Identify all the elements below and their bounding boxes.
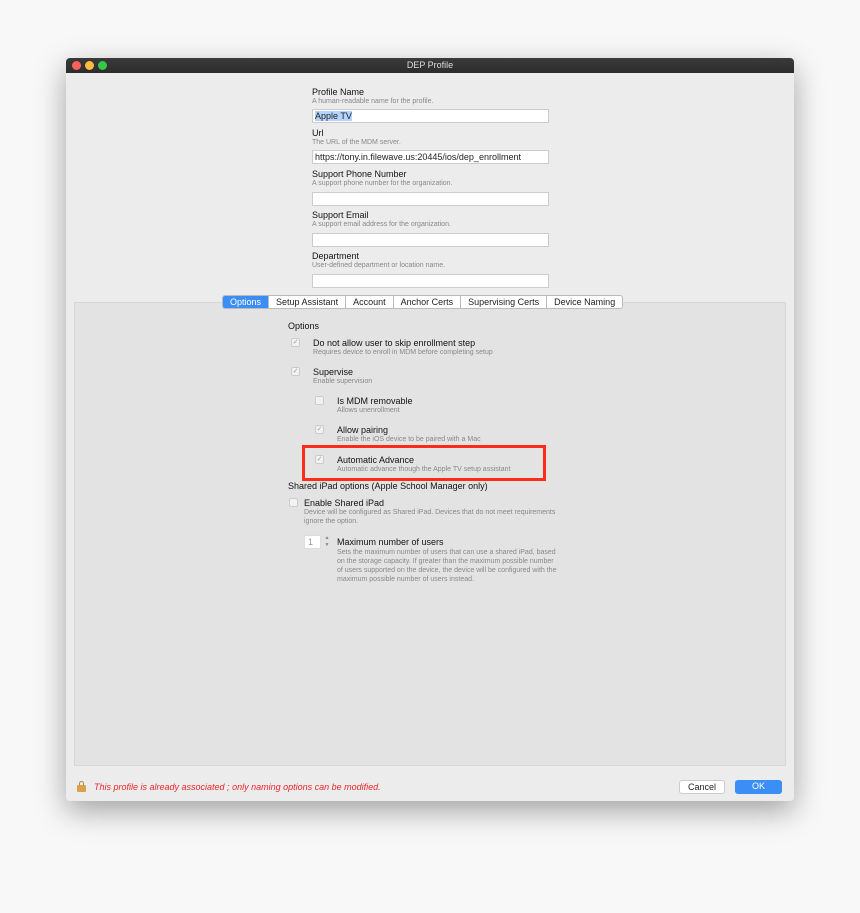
shared-ipad-hint-2: ignore the option. xyxy=(304,518,359,525)
automatic-advance-label: Automatic Advance xyxy=(337,455,415,465)
shared-ipad-heading: Shared iPad options (Apple School Manage… xyxy=(288,481,488,491)
mdm-removable-label: Is MDM removable xyxy=(337,396,413,406)
tab-supervising-certs[interactable]: Supervising Certs xyxy=(461,296,548,308)
skip-enrollment-label: Do not allow user to skip enrollment ste… xyxy=(313,338,476,348)
lock-icon xyxy=(77,781,86,792)
warning-message: This profile is already associated ; onl… xyxy=(94,782,381,792)
ok-button[interactable]: OK xyxy=(735,780,782,794)
allow-pairing-hint: Enable the iOS device to be paired with … xyxy=(337,436,481,443)
max-users-hint-3: of users supported on the device, the de… xyxy=(337,567,557,574)
department-hint: User-defined department or location name… xyxy=(312,262,446,269)
support-email-hint: A support email address for the organiza… xyxy=(312,221,451,228)
support-email-input[interactable] xyxy=(312,233,549,247)
profile-name-label: Profile Name xyxy=(312,87,365,97)
profile-name-input[interactable]: Apple TV xyxy=(312,109,549,123)
allow-pairing-checkbox[interactable]: ✓ xyxy=(315,425,324,434)
profile-name-value: Apple TV xyxy=(315,111,352,121)
department-input[interactable] xyxy=(312,274,549,288)
max-users-hint-4: maximum possible number of users instead… xyxy=(337,576,474,583)
tab-bar: Options Setup Assistant Account Anchor C… xyxy=(222,295,624,309)
options-heading: Options xyxy=(288,321,320,331)
support-phone-input[interactable] xyxy=(312,192,549,206)
zoom-button[interactable] xyxy=(98,61,107,70)
tab-account[interactable]: Account xyxy=(346,296,394,308)
skip-enrollment-checkbox[interactable]: ✓ xyxy=(291,338,300,347)
supervise-hint: Enable supervision xyxy=(313,378,373,385)
mdm-removable-checkbox[interactable] xyxy=(315,396,324,405)
max-users-hint-1: Sets the maximum number of users that ca… xyxy=(337,549,556,556)
title-bar: DEP Profile xyxy=(66,58,794,73)
tab-anchor-certs[interactable]: Anchor Certs xyxy=(394,296,462,308)
max-users-input[interactable]: 1 xyxy=(304,535,321,549)
automatic-advance-hint: Automatic advance though the Apple TV se… xyxy=(337,466,511,473)
url-hint: The URL of the MDM server. xyxy=(312,139,401,146)
close-button[interactable] xyxy=(72,61,81,70)
cancel-button[interactable]: Cancel xyxy=(679,780,725,794)
enable-shared-ipad-checkbox[interactable] xyxy=(289,498,298,507)
max-users-hint-2: on the storage capacity. If greater than… xyxy=(337,558,554,565)
url-label: Url xyxy=(312,128,324,138)
profile-name-hint: A human-readable name for the profile. xyxy=(312,98,434,105)
support-phone-hint: A support phone number for the organizat… xyxy=(312,180,453,187)
tab-setup-assistant[interactable]: Setup Assistant xyxy=(269,296,347,308)
enable-shared-ipad-label: Enable Shared iPad xyxy=(304,498,385,508)
window-title: DEP Profile xyxy=(406,60,454,70)
skip-enrollment-hint: Requires device to enroll in MDM before … xyxy=(313,349,493,356)
url-input[interactable]: https://tony.in.filewave.us:20445/ios/de… xyxy=(312,150,549,164)
supervise-label: Supervise xyxy=(313,367,354,377)
max-users-label: Maximum number of users xyxy=(337,537,444,547)
support-email-label: Support Email xyxy=(312,210,369,220)
allow-pairing-label: Allow pairing xyxy=(337,425,389,435)
tab-options[interactable]: Options xyxy=(223,296,270,308)
tab-panel xyxy=(74,302,786,766)
support-phone-label: Support Phone Number xyxy=(312,169,407,179)
dep-profile-window: DEP Profile Profile Name A human-readabl… xyxy=(66,58,794,801)
department-label: Department xyxy=(312,251,360,261)
mdm-removable-hint: Allows unenrollment xyxy=(337,407,400,414)
shared-ipad-hint-1: Device will be configured as Shared iPad… xyxy=(304,509,556,516)
max-users-stepper[interactable]: ▲ ▼ xyxy=(323,535,331,549)
supervise-checkbox[interactable]: ✓ xyxy=(291,367,300,376)
minimize-button[interactable] xyxy=(85,61,94,70)
tab-device-naming[interactable]: Device Naming xyxy=(547,296,622,308)
automatic-advance-checkbox[interactable]: ✓ xyxy=(315,455,324,464)
